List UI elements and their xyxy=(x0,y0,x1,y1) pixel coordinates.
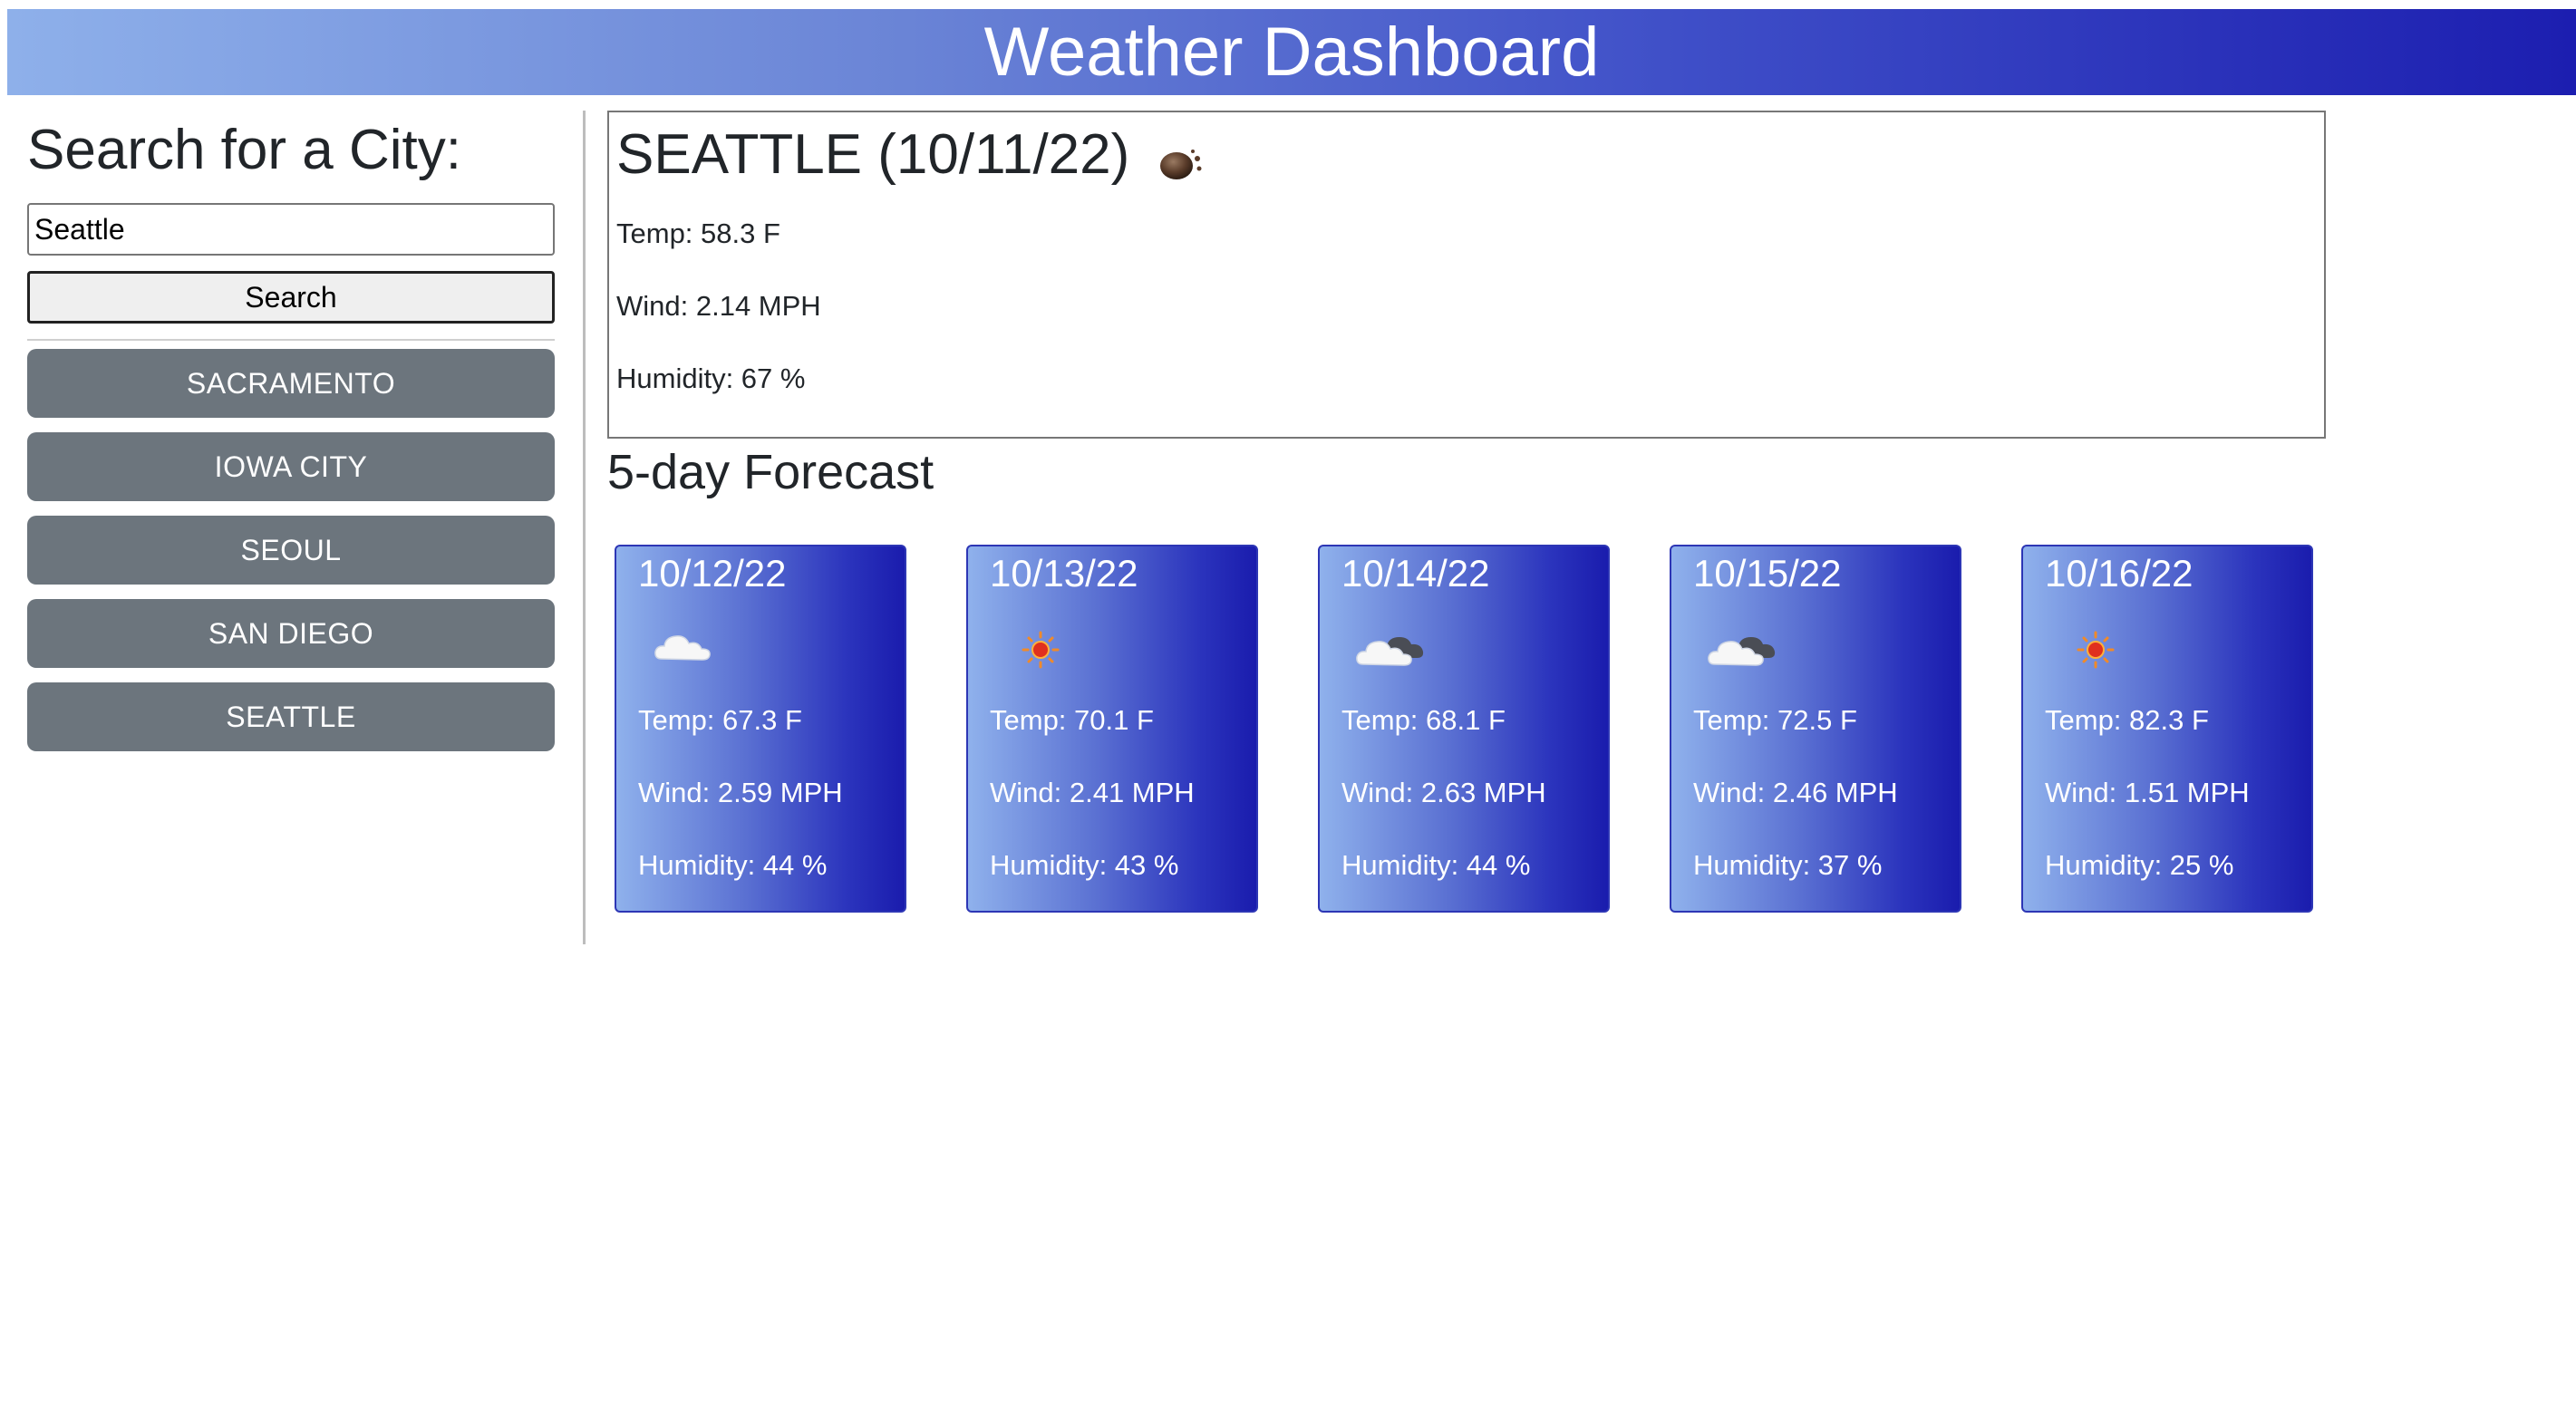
forecast-temp: Temp: 67.3 F xyxy=(638,704,802,736)
page-title: Weather Dashboard xyxy=(983,13,1600,91)
current-wind: Wind: 2.14 MPH xyxy=(616,290,821,322)
current-city-date: SEATTLE (10/11/22) xyxy=(616,123,1130,186)
forecast-humidity: Humidity: 44 % xyxy=(638,849,828,881)
forecast-temp: Temp: 82.3 F xyxy=(2045,704,2209,736)
forecast-wind: Wind: 1.51 MPH xyxy=(2045,777,2250,808)
broken-clouds-icon xyxy=(1354,619,1436,673)
forecast-temp: Temp: 70.1 F xyxy=(990,704,1154,736)
history-button-seoul[interactable]: SEOUL xyxy=(27,516,555,585)
cloud-icon xyxy=(651,619,732,673)
forecast-card: 10/13/22 Temp: 70.1 F Wind: 2.41 MPH Hum… xyxy=(966,545,1258,913)
search-title: Search for a City: xyxy=(27,119,461,181)
header-banner: Weather Dashboard xyxy=(7,9,2576,95)
forecast-title: 5-day Forecast xyxy=(607,445,935,499)
history-button-seattle[interactable]: SEATTLE xyxy=(27,682,555,751)
forecast-date: 10/15/22 xyxy=(1693,552,1842,594)
forecast-temp: Temp: 68.1 F xyxy=(1341,704,1506,736)
forecast-card: 10/16/22 Temp: 82.3 F Wind: 1.51 MPH Hum… xyxy=(2021,545,2313,913)
forecast-date: 10/16/22 xyxy=(2045,552,2193,594)
sun-icon xyxy=(1002,619,1084,673)
weather-dashboard-page: Weather Dashboard Search for a City: Sea… xyxy=(0,0,2576,1421)
history-button-sacramento[interactable]: SACRAMENTO xyxy=(27,349,555,418)
search-button[interactable]: Search xyxy=(27,271,555,324)
search-history-list: SACRAMENTO IOWA CITY SEOUL SAN DIEGO SEA… xyxy=(27,349,555,766)
sidebar-divider xyxy=(27,339,555,341)
city-search-input[interactable] xyxy=(27,203,555,256)
forecast-cards: 10/12/22 Temp: 67.3 F Wind: 2.59 MPH Hum… xyxy=(615,545,2319,913)
sun-icon xyxy=(2058,619,2139,673)
forecast-wind: Wind: 2.46 MPH xyxy=(1693,777,1898,808)
mist-icon xyxy=(1157,132,1211,180)
history-button-san-diego[interactable]: SAN DIEGO xyxy=(27,599,555,668)
forecast-wind: Wind: 2.59 MPH xyxy=(638,777,843,808)
forecast-humidity: Humidity: 43 % xyxy=(990,849,1179,881)
forecast-date: 10/12/22 xyxy=(638,552,787,594)
current-weather-heading: SEATTLE (10/11/22) xyxy=(616,121,1211,188)
current-humidity: Humidity: 67 % xyxy=(616,362,806,394)
forecast-card: 10/12/22 Temp: 67.3 F Wind: 2.59 MPH Hum… xyxy=(615,545,906,913)
broken-clouds-icon xyxy=(1706,619,1787,673)
forecast-card: 10/15/22 Temp: 72.5 F Wind: 2.46 MPH Hum… xyxy=(1670,545,1961,913)
forecast-temp: Temp: 72.5 F xyxy=(1693,704,1857,736)
forecast-wind: Wind: 2.63 MPH xyxy=(1341,777,1546,808)
history-button-iowa-city[interactable]: IOWA CITY xyxy=(27,432,555,501)
forecast-wind: Wind: 2.41 MPH xyxy=(990,777,1195,808)
column-divider xyxy=(583,111,586,944)
forecast-humidity: Humidity: 25 % xyxy=(2045,849,2234,881)
forecast-humidity: Humidity: 37 % xyxy=(1693,849,1883,881)
current-weather-card: SEATTLE (10/11/22) Temp: 58.3 F Wind: 2.… xyxy=(607,111,2326,439)
current-temp: Temp: 58.3 F xyxy=(616,218,780,249)
forecast-date: 10/13/22 xyxy=(990,552,1138,594)
forecast-humidity: Humidity: 44 % xyxy=(1341,849,1531,881)
forecast-card: 10/14/22 Temp: 68.1 F Wind: 2.63 MPH Hum… xyxy=(1318,545,1610,913)
forecast-date: 10/14/22 xyxy=(1341,552,1490,594)
